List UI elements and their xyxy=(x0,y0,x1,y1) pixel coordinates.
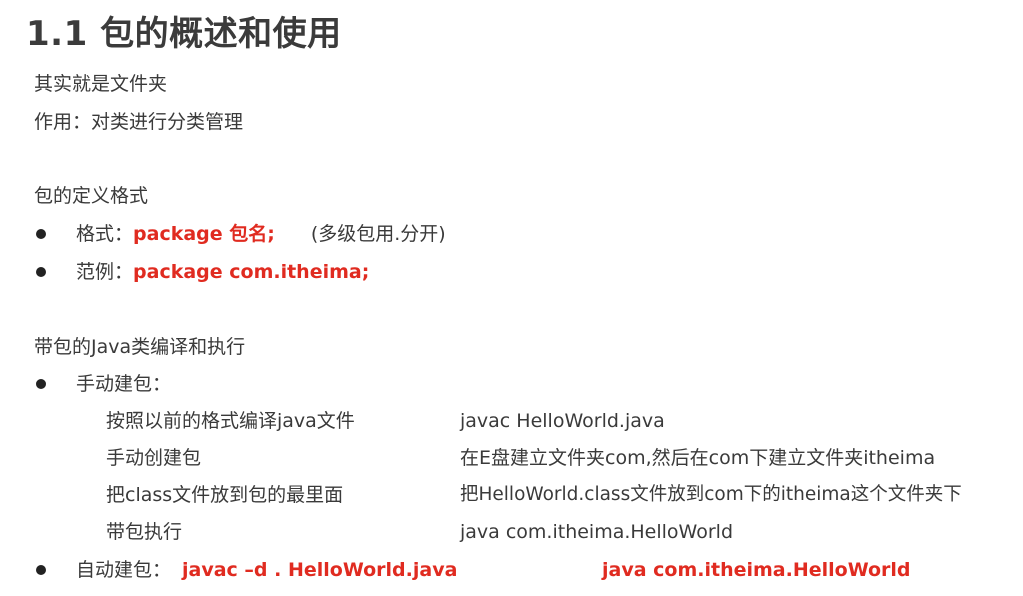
definition-item-example: 范例：package com.itheima; xyxy=(76,260,369,284)
definition-item-format: 格式：package 包名; (多级包用.分开) xyxy=(76,222,446,246)
auto-label: 自动建包： xyxy=(76,559,172,581)
auto-command-run: java com.itheima.HelloWorld xyxy=(602,559,911,581)
manual-step-detail: javac HelloWorld.java xyxy=(460,410,665,432)
manual-step-detail: java com.itheima.HelloWorld xyxy=(460,521,734,543)
bullet-icon xyxy=(36,267,46,277)
format-note: (多级包用.分开) xyxy=(310,223,446,245)
manual-step-detail: 在E盘建立文件夹com,然后在com下建立文件夹itheima xyxy=(460,447,936,469)
bullet-icon xyxy=(36,379,46,389)
manual-step-desc: 把class文件放到包的最里面 xyxy=(106,484,344,506)
intro-line-2: 作用：对类进行分类管理 xyxy=(34,111,244,133)
example-label: 范例： xyxy=(76,261,134,283)
manual-step-desc: 带包执行 xyxy=(106,521,183,543)
manual-step-detail: 把HelloWorld.class文件放到com下的itheima这个文件夹下 xyxy=(460,484,962,505)
slide: 1.1 包的概述和使用 其实就是文件夹 作用：对类进行分类管理 包的定义格式 格… xyxy=(0,0,1023,596)
format-code: package 包名; xyxy=(133,223,275,245)
manual-step-desc: 按照以前的格式编译java文件 xyxy=(106,410,355,432)
compile-heading: 带包的Java类编译和执行 xyxy=(34,336,246,358)
definition-heading: 包的定义格式 xyxy=(34,185,149,207)
manual-step-desc: 手动创建包 xyxy=(106,447,202,469)
example-code: package com.itheima; xyxy=(133,261,370,283)
manual-label: 手动建包： xyxy=(76,373,172,395)
format-label: 格式： xyxy=(76,223,134,245)
auto-command-compile: javac –d . HelloWorld.java xyxy=(182,559,458,581)
bullet-icon xyxy=(36,229,46,239)
page-title: 1.1 包的概述和使用 xyxy=(26,14,342,54)
intro-line-1: 其实就是文件夹 xyxy=(34,73,168,95)
bullet-icon xyxy=(36,565,46,575)
